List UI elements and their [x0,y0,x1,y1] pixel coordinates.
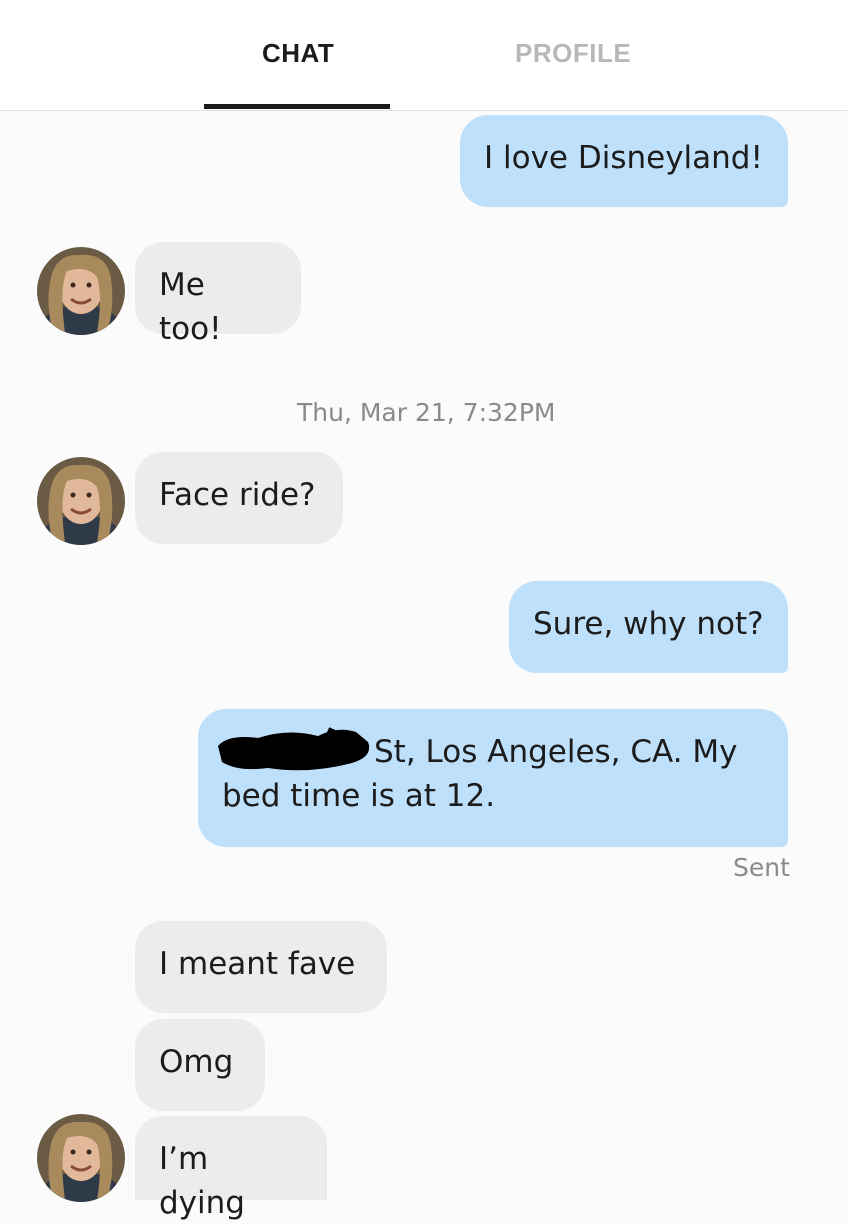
message-timestamp: Thu, Mar 21, 7:32PM [297,398,556,427]
tab-chat[interactable]: CHAT [262,38,334,69]
active-tab-indicator [204,104,390,109]
contact-avatar[interactable] [37,247,125,335]
avatar-photo-icon [37,1114,125,1202]
message-text: I love Disneyland! [484,140,763,176]
sent-status: Sent [733,853,790,882]
outgoing-message[interactable]: St, Los Angeles, CA. My bed time is at 1… [198,709,788,847]
tab-bar: CHAT PROFILE [0,0,847,111]
incoming-message[interactable]: Me too! [135,242,301,347]
message-text: Sure, why not? [533,606,764,642]
incoming-message[interactable]: Face ride? [135,452,343,544]
chat-thread[interactable]: I love Disneyland! Me too! Thu, Mar 21, … [0,111,847,1221]
contact-avatar[interactable] [37,1114,125,1202]
message-text: St, Los Angeles, CA. My [374,734,738,770]
incoming-message[interactable]: I meant fave [135,921,387,1013]
avatar-photo-icon [37,247,125,335]
message-text: bed time is at 12. [222,778,496,814]
message-line: St, Los Angeles, CA. My [218,727,764,774]
tab-profile[interactable]: PROFILE [515,38,631,69]
outgoing-message[interactable]: Sure, why not? [509,581,788,673]
message-text: I meant fave [159,946,356,982]
message-text: Face ride? [159,477,316,513]
redaction-scribble [218,727,370,771]
message-text: Me too! [159,267,222,347]
message-text: I’m dying [159,1141,245,1221]
incoming-message[interactable]: I’m dying [135,1116,327,1221]
message-text: Omg [159,1044,234,1080]
outgoing-message[interactable]: I love Disneyland! [460,115,788,207]
avatar-photo-icon [37,457,125,545]
incoming-message[interactable]: Omg [135,1019,265,1111]
contact-avatar[interactable] [37,457,125,545]
